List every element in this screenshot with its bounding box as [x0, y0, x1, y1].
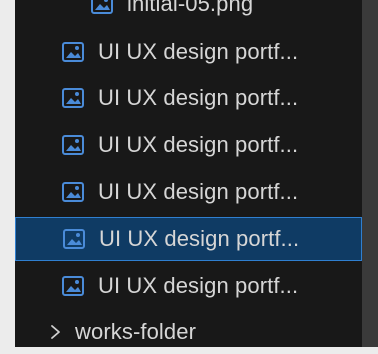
image-file-icon	[62, 135, 84, 155]
file-item-2[interactable]: UI UX design portf...	[15, 76, 362, 120]
image-file-icon	[62, 88, 84, 108]
vertical-scrollbar[interactable]	[362, 0, 378, 347]
file-item-4[interactable]: UI UX design portf...	[15, 170, 362, 214]
file-item-label: UI UX design portf...	[98, 273, 299, 298]
file-item-label: UI UX design portf...	[98, 39, 299, 64]
file-item-label: UI UX design portf...	[98, 179, 299, 204]
file-item-initial-05[interactable]: initial-05.png	[15, 0, 362, 26]
folder-item-label: works-folder	[75, 319, 197, 344]
chevron-right-icon[interactable]	[49, 322, 63, 342]
file-item-1[interactable]: UI UX design portf...	[15, 30, 362, 74]
file-item-label: initial-05.png	[127, 0, 254, 16]
image-file-icon	[91, 0, 113, 14]
file-item-label: UI UX design portf...	[98, 132, 299, 157]
file-explorer-panel: initial-05.png UI UX design portf... UI …	[15, 0, 378, 347]
file-item-6[interactable]: UI UX design portf...	[15, 264, 362, 308]
file-item-5-selected[interactable]: UI UX design portf...	[15, 217, 362, 261]
image-file-icon	[63, 229, 85, 249]
image-file-icon	[62, 276, 84, 296]
image-file-icon	[62, 182, 84, 202]
file-item-label: UI UX design portf...	[99, 226, 300, 251]
image-file-icon	[62, 42, 84, 62]
file-item-label: UI UX design portf...	[98, 85, 299, 110]
file-item-3[interactable]: UI UX design portf...	[15, 123, 362, 167]
folder-item-works-folder[interactable]: works-folder	[15, 310, 362, 354]
